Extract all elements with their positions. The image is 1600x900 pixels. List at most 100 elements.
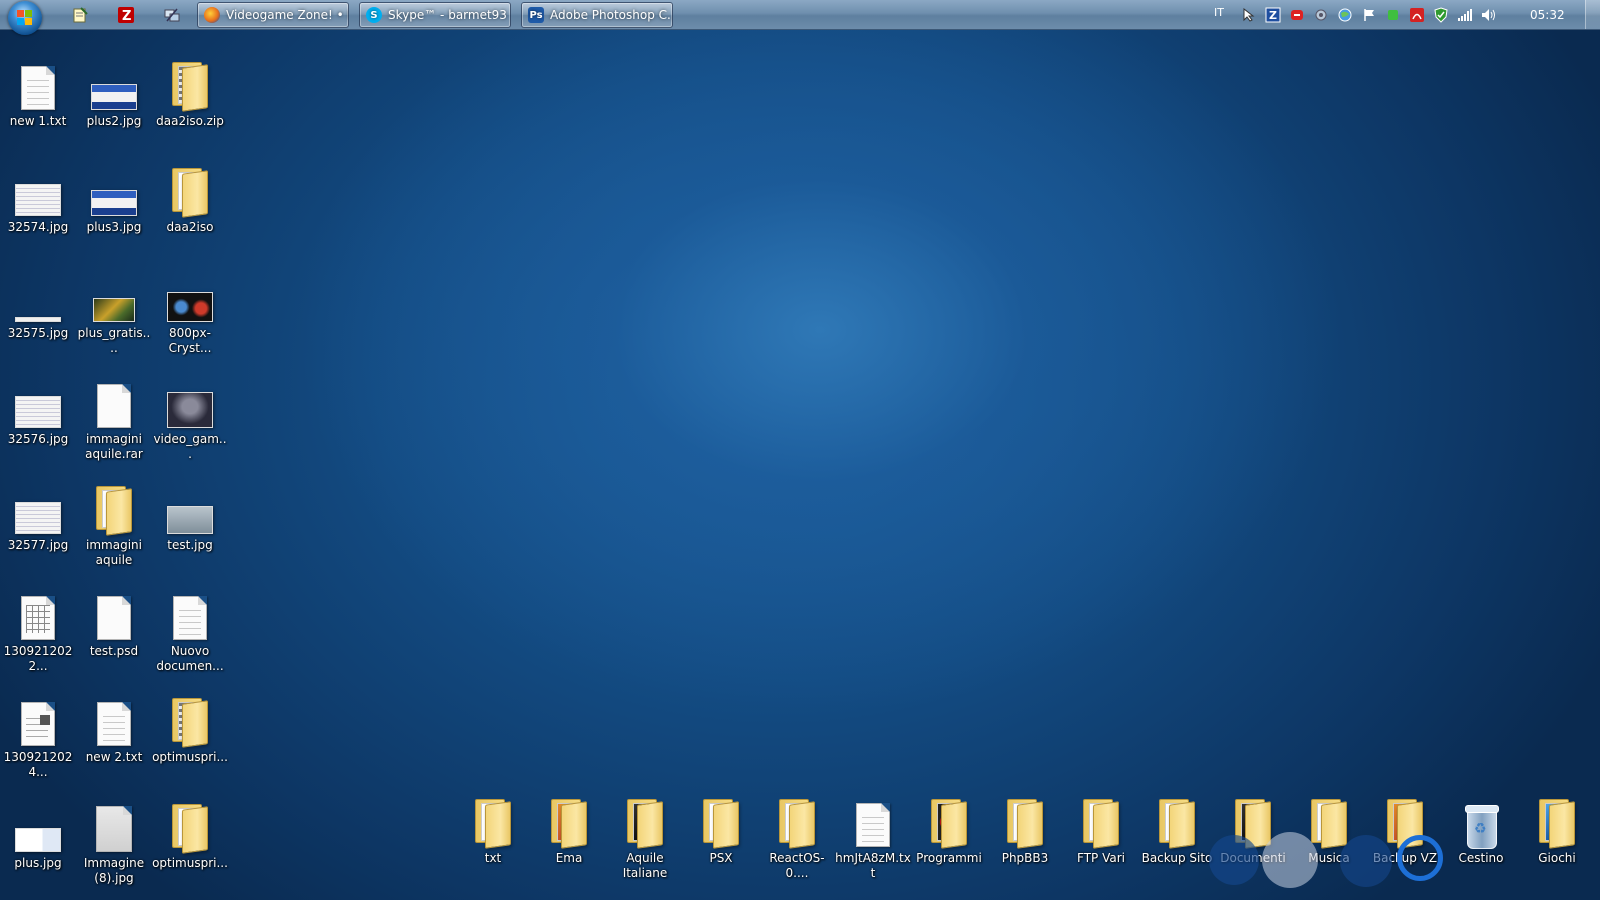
desktop-icon[interactable]: test.jpg [152,482,228,553]
desktop-icon-label: Backup Sito [1141,851,1213,865]
image-thumbnail-icon [86,270,142,322]
folder-icon [86,482,142,536]
desktop-icon[interactable]: 32575.jpg [0,270,76,341]
task-button-firefox[interactable]: Videogame Zone! • L... [197,2,349,28]
desktop-icon[interactable]: daa2iso.zip [152,58,228,129]
desktop-icon-label: PSX [709,851,733,865]
image-thumbnail-icon [10,164,66,216]
show-desktop-button[interactable] [1585,0,1600,29]
desktop-icon[interactable]: Ema [531,795,607,866]
image-thumbnail-icon [86,164,142,216]
svg-text:Z: Z [1269,9,1277,22]
filezilla-icon[interactable]: Z [116,5,136,25]
desktop-icon-label: new 2.txt [85,750,143,764]
skype-icon: S [366,7,382,23]
desktop-icon[interactable]: PSX [683,795,759,866]
desktop-icon[interactable]: ♻ Cestino [1443,795,1519,866]
notepad-icon[interactable] [70,5,90,25]
click-highlight-circle [1209,835,1259,885]
desktop-icon[interactable]: immagini aquile.rar [76,376,152,462]
desktop-icon[interactable]: new 2.txt [76,694,152,765]
volume-icon[interactable] [1481,7,1497,23]
desktop-icon[interactable]: txt [455,795,531,866]
language-indicator[interactable]: IT [1214,6,1224,19]
document-icon [86,588,142,640]
text-file-icon [845,795,901,847]
desktop-icon-label: new 1.txt [9,114,67,128]
desktop-icon[interactable]: 800px-Cryst... [152,270,228,356]
desktop-icon[interactable]: FTP Vari [1063,795,1139,866]
start-button[interactable] [8,1,42,35]
desktop-icon[interactable]: 32577.jpg [0,482,76,553]
desktop-icon[interactable]: 32574.jpg [0,164,76,235]
desktop-icon[interactable]: new 1.txt [0,58,76,129]
document-icon [86,376,142,428]
desktop-icon-label: Cestino [1458,851,1504,865]
desktop-icon[interactable]: PhpBB3 [987,795,1063,866]
desktop-icon[interactable]: video_gam... [152,376,228,462]
folder-icon [1149,795,1205,849]
desktop-icon-label: Aquile Italiane [622,851,668,880]
desktop-icon[interactable]: Immagine (8).jpg [76,800,152,886]
desktop-icon-label: Giochi [1538,851,1576,865]
green-app-icon[interactable] [1385,7,1401,23]
click-highlight-circle [1262,832,1318,888]
desktop-icon-label: immagini aquile [86,538,142,567]
zip-folder-icon [162,58,218,112]
image-thumbnail-icon [10,270,66,322]
desktop-icon-label: Immagine (8).jpg [83,856,145,885]
desktop-icon[interactable]: hmJtA8zM.txt [835,795,911,881]
desktop-icon-label: daa2iso [166,220,214,234]
security-shield-icon[interactable] [1433,7,1449,23]
desktop-icon-label: test.jpg [167,538,213,552]
desktop-icon[interactable]: 1309212022... [0,588,76,674]
desktop-icon[interactable]: immagini aquile [76,482,152,568]
folder-icon [162,164,218,218]
folder-icon [1529,795,1585,849]
network-signal-icon[interactable] [1457,7,1473,23]
folder-icon [769,795,825,849]
desktop-icon[interactable]: plus_gratis.... [76,270,152,356]
form-file-icon [10,694,66,746]
desktop-icon[interactable]: test.psd [76,588,152,659]
cursor-tool-icon[interactable] [1241,7,1257,23]
desktop-icon[interactable]: 1309212024... [0,694,76,780]
globe-icon[interactable] [1337,7,1353,23]
desktop-icon-label: optimuspri... [152,856,228,870]
desktop-icon[interactable]: ReactOS-0.... [759,795,835,881]
task-label: Adobe Photoshop C... [550,8,673,22]
image-thumbnail-icon [86,58,142,110]
folder-icon [1073,795,1129,849]
desktop-icon[interactable]: Programmi [911,795,987,866]
desktop-icon[interactable]: plus2.jpg [76,58,152,129]
desktop-icon-label: plus3.jpg [86,220,142,234]
desktop-icon-label: video_gam... [153,432,227,461]
network-tool-icon[interactable] [162,5,182,25]
desktop-icon[interactable]: optimuspri... [152,694,228,765]
image-thumbnail-icon [10,376,66,428]
desktop-icon[interactable]: plus3.jpg [76,164,152,235]
zone-alarm-icon[interactable]: Z [1265,7,1281,23]
desktop-icon[interactable]: Giochi [1519,795,1595,866]
task-button-photoshop[interactable]: Ps Adobe Photoshop C... [521,2,673,28]
clock[interactable]: 05:32 [1530,8,1565,22]
red-app-icon[interactable] [1289,7,1305,23]
folder-icon [997,795,1053,849]
desktop-icon[interactable]: optimuspri... [152,800,228,871]
image-thumbnail-icon [162,270,218,322]
task-button-skype[interactable]: S Skype™ - barmet93 [359,2,511,28]
desktop-icon[interactable]: 32576.jpg [0,376,76,447]
recycle-bin-icon: ♻ [1453,795,1509,849]
desktop-icon-label: plus.jpg [14,856,62,870]
desktop-icon[interactable]: plus.jpg [0,800,76,871]
acrobat-icon[interactable] [1409,7,1425,23]
text-file-icon [162,588,218,640]
audio-device-icon[interactable] [1313,7,1329,23]
desktop-icon[interactable]: Aquile Italiane [607,795,683,881]
desktop-icon-label: 1309212022... [3,644,73,673]
folder-icon [541,795,597,849]
action-center-flag-icon[interactable] [1361,7,1377,23]
desktop-icon[interactable]: Nuovo documen... [152,588,228,674]
desktop-icon[interactable]: Backup Sito [1139,795,1215,866]
desktop-icon[interactable]: daa2iso [152,164,228,235]
